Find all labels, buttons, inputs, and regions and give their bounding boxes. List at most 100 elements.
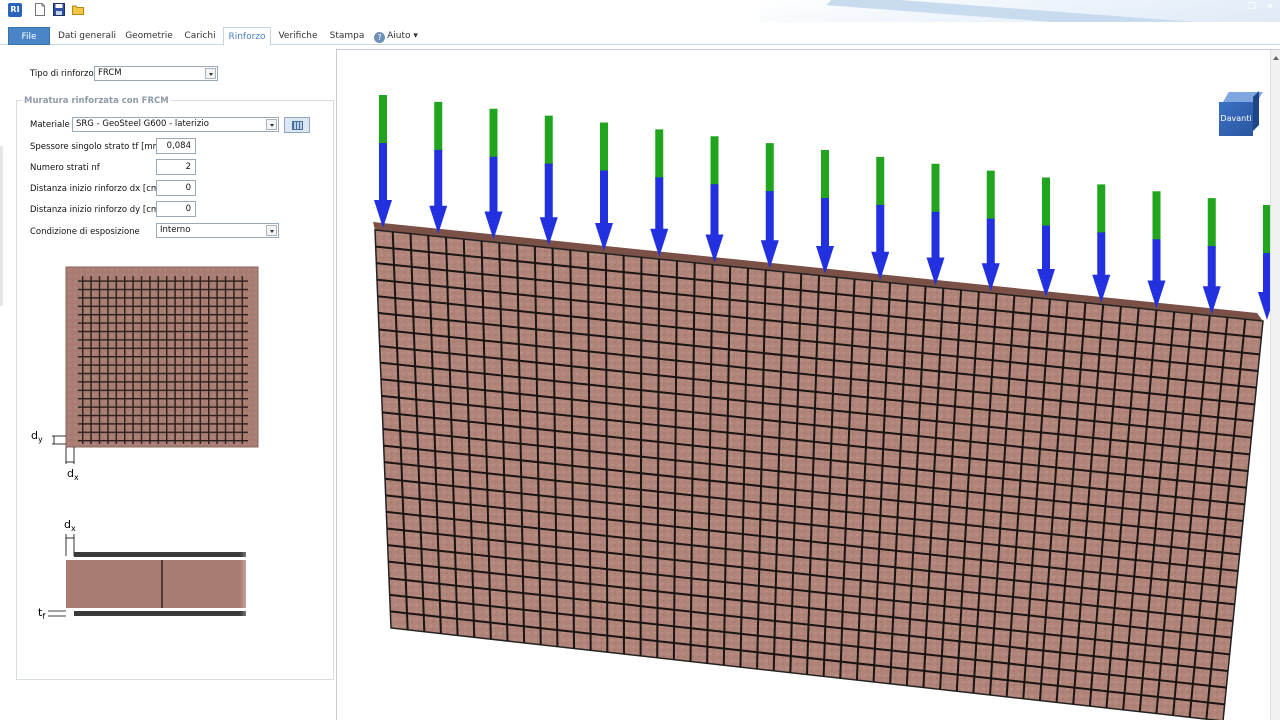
app-logo: RI [8,3,22,17]
arrow-tail [876,156,885,207]
load-arrow [1037,177,1055,297]
library-icon [292,121,303,130]
strati-label: Numero strati nf [30,163,100,173]
load-arrow [926,163,945,286]
tab-geometrie[interactable]: Geometrie [124,27,174,45]
close-window-icon[interactable]: ✕ [1262,1,1278,13]
load-arrow [981,170,1000,292]
arrow-shaft [379,143,387,202]
arrow-shaft [1207,246,1216,289]
esposizione-label: Condizione di esposizione [30,227,140,237]
arrow-shaft [655,177,664,231]
arrow-shaft [931,211,940,260]
arrow-shaft [600,170,608,225]
materiale-value: SRG - GeoSteel G600 - laterizio [76,119,209,129]
arrow-shaft [765,191,774,243]
material-library-button[interactable] [284,117,310,133]
load-arrow [1092,184,1111,303]
arrow-tail [434,101,443,152]
chevron-up-icon [1273,56,1279,60]
ribbon-tabs: File Dati generali Geometrie Carichi Rin… [0,27,1280,46]
arrow-tail [710,136,719,187]
arrow-tail [821,150,829,200]
reinforcement-panel: Tipo di rinforzo FRCM Muratura rinforzat… [0,46,336,720]
load-arrow [374,95,392,228]
arrow-tail [765,143,774,194]
tab-file[interactable]: File [8,27,50,45]
save-icon[interactable] [53,3,65,16]
materiale-select[interactable]: SRG - GeoSteel G600 - laterizio [72,117,279,132]
load-arrow [760,143,779,269]
load-arrow [871,156,890,280]
help-icon: ? [374,32,386,43]
view-cube[interactable]: Davanti [1219,91,1263,136]
tab-aiuto[interactable]: ? Aiuto ▾ [372,27,420,45]
reinforcement-plan-diagram: dy dx [31,266,259,482]
tipo-rinforzo-label: Tipo di rinforzo [30,69,94,79]
masonry-wall [373,222,1264,720]
frcm-layer-bottom [74,611,246,616]
dx-symbol: dx [67,467,79,482]
load-arrow [705,136,724,263]
tipo-rinforzo-select[interactable]: FRCM [94,66,218,81]
chevron-down-icon [205,68,216,79]
frcm-mesh-plan [78,276,248,444]
new-document-icon[interactable] [34,3,46,16]
dy-input[interactable]: 0 [156,201,196,217]
arrow-shaft [1097,232,1106,277]
arrow-tail [655,129,664,180]
tab-carichi[interactable]: Carichi [180,27,220,45]
arrow-shaft [710,184,719,237]
esposizione-value: Interno [160,225,191,235]
materiale-label: Materiale [30,120,70,130]
arrow-shaft [876,204,885,254]
esposizione-select[interactable]: Interno [156,223,279,238]
viewport-scrollbar[interactable] [1270,50,1280,720]
frcm-layer-top [74,552,246,557]
arrow-shaft [434,149,443,208]
tab-dati-generali[interactable]: Dati generali [56,27,118,45]
arrow-tail [1207,198,1216,249]
arrow-shaft [489,156,498,214]
view-cube-side [1253,91,1259,131]
arrow-shaft [1152,239,1161,283]
load-arrow [484,108,503,240]
3d-viewport[interactable]: Davanti [336,49,1280,720]
title-bar: RI ❐ ✕ [0,0,1280,22]
masonry-section [66,560,246,608]
arrow-tail [1097,184,1106,235]
arrow-tail [489,108,498,159]
arrow-tail [544,115,553,166]
arrow-tail [986,170,995,221]
view-cube-front: Davanti [1219,102,1253,136]
arrow-tail [379,95,387,145]
arrow-tail [1152,191,1161,242]
dx-input[interactable]: 0 [156,180,196,196]
open-folder-icon[interactable] [72,3,84,16]
frcm-group-title: Muratura rinforzata con FRCM [22,96,171,106]
tab-aiuto-label: Aiuto [387,31,411,41]
arrow-shaft [821,198,829,248]
load-arrow [650,129,669,257]
dx-section-symbol: dx [64,518,76,533]
arrow-shaft [544,163,553,220]
chevron-down-icon [266,225,277,236]
strati-input[interactable]: 2 [156,159,196,175]
tab-stampa[interactable]: Stampa [326,27,368,45]
arrow-tail [931,163,940,214]
restore-window-icon[interactable]: ❐ [1244,1,1260,13]
load-arrow [539,115,558,246]
spessore-input[interactable]: 0,084 [156,138,196,154]
app-window: RI ❐ ✕ File Dati generali Geometrie Cari… [0,0,1280,720]
dx-label: Distanza inizio rinforzo dx [cm] [30,184,163,194]
reinforcement-section-diagram: dx tf [38,518,260,621]
spessore-label: Spessore singolo strato tf [mm] [30,142,165,152]
tab-verifiche[interactable]: Verifiche [276,27,320,45]
load-arrow [429,101,448,234]
load-arrow [816,150,834,274]
left-edge-scroll [0,146,3,306]
arrow-shaft [986,218,995,266]
tab-rinforzo[interactable]: Rinforzo [223,27,271,46]
load-arrow [1147,191,1166,309]
wall-3d-model [373,95,1276,720]
